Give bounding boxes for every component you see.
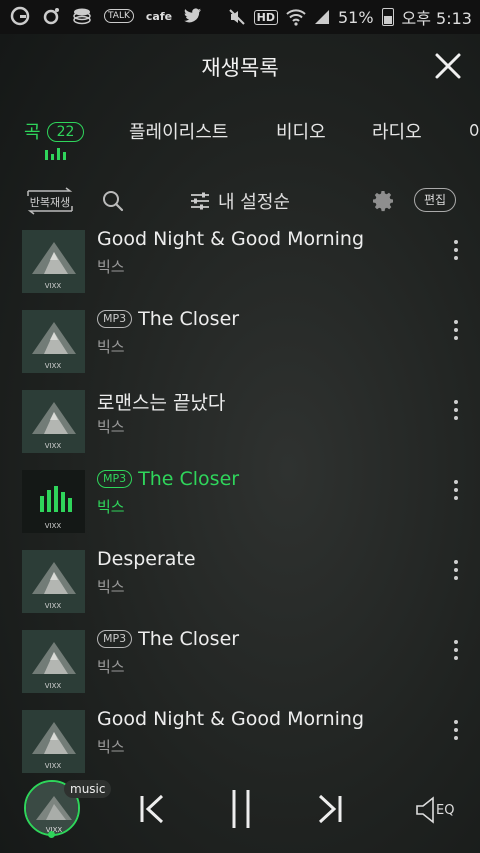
song-title-text: The Closer (138, 468, 240, 490)
tab-bar: 곡 22 플레이리스트 비디오 라디오 아 (0, 100, 480, 166)
album-thumbnail: VIXX (22, 710, 85, 773)
status-bar: TALK cafe HD 51% 오후 5:13 (0, 0, 480, 34)
mp3-badge: MP3 (97, 310, 133, 328)
next-icon[interactable] (316, 794, 344, 824)
cafe-icon: cafe (145, 9, 173, 23)
song-count-badge: 22 (46, 122, 85, 142)
hd-icon: HD (253, 9, 278, 25)
repeat-button[interactable]: 반복재생 (22, 187, 78, 215)
tab-songs[interactable]: 곡 22 (24, 118, 85, 144)
album-label: VIXX (45, 282, 62, 290)
player-bar: VIXX music EQ (0, 770, 480, 853)
album-thumbnail: VIXX (22, 230, 85, 293)
song-title: 로맨스는 끝났다 (97, 388, 225, 415)
more-options-icon[interactable] (450, 560, 462, 586)
artist-name: 빅스 (97, 578, 125, 596)
mp3-badge: MP3 (97, 470, 133, 488)
sort-button[interactable]: 내 설정순 (190, 188, 290, 214)
song-title: MP3 The Closer (97, 308, 239, 330)
song-title-text: Good Night & Good Morning (97, 228, 365, 250)
more-options-icon[interactable] (450, 400, 462, 426)
tab-songs-label: 곡 (24, 122, 41, 143)
song-title-text: The Closer (138, 308, 240, 330)
tab-playlist[interactable]: 플레이리스트 (129, 118, 228, 144)
track-row[interactable]: VIXX 로맨스는 끝났다 빅스 (0, 388, 480, 468)
sliders-icon (191, 192, 209, 210)
clock: 오후 5:13 (401, 9, 472, 28)
g-icon (10, 6, 30, 26)
album-thumbnail: VIXX (22, 390, 85, 453)
tab-radio[interactable]: 라디오 (372, 118, 422, 144)
eq-button[interactable]: EQ (414, 796, 454, 824)
more-options-icon[interactable] (450, 480, 462, 506)
album-label: VIXX (45, 682, 62, 690)
close-icon[interactable] (434, 52, 462, 80)
album-thumbnail: VIXX (22, 550, 85, 613)
mp3-badge: MP3 (97, 630, 133, 648)
tab-video[interactable]: 비디오 (276, 118, 326, 144)
album-label: VIXX (45, 762, 62, 770)
search-icon[interactable] (102, 190, 124, 212)
gear-icon[interactable] (372, 189, 396, 213)
sort-label: 내 설정순 (218, 192, 290, 213)
o-icon (43, 8, 59, 25)
repeat-label: 반복재생 (29, 196, 71, 209)
more-options-icon[interactable] (450, 240, 462, 266)
artist-name: 빅스 (97, 338, 125, 356)
album-label: VIXX (45, 602, 62, 610)
edit-button[interactable]: 편집 (414, 188, 457, 212)
artist-name: 빅스 (97, 498, 125, 516)
progress-dot (48, 831, 55, 838)
song-title-text: Good Night & Good Morning (97, 708, 365, 730)
track-row[interactable]: VIXX Desperate 빅스 (0, 548, 480, 628)
pause-icon[interactable] (228, 788, 254, 830)
track-row[interactable]: VIXX MP3 The Closer 빅스 (0, 468, 480, 548)
artist-name: 빅스 (97, 418, 125, 436)
tab-more[interactable]: 아 (469, 118, 480, 144)
toolbar: 반복재생 내 설정순 편집 (0, 180, 480, 224)
album-label: VIXX (45, 522, 62, 530)
song-title: MP3 The Closer (97, 468, 239, 490)
more-options-icon[interactable] (450, 720, 462, 746)
track-row[interactable]: VIXX MP3 The Closer 빅스 (0, 628, 480, 708)
song-title: Desperate (97, 548, 196, 570)
header: 재생목록 (0, 34, 480, 100)
battery-icon (381, 8, 394, 26)
eq-label: EQ (436, 802, 455, 818)
song-title: MP3 The Closer (97, 628, 239, 650)
song-title-text: Desperate (97, 548, 196, 570)
speaker-icon (416, 796, 434, 824)
battery-percent: 51% (337, 7, 374, 27)
song-title: Good Night & Good Morning (97, 708, 364, 730)
mute-icon (228, 9, 245, 25)
artist-name: 빅스 (97, 258, 125, 276)
more-options-icon[interactable] (450, 640, 462, 666)
song-title-text: 로맨스는 끝났다 (97, 392, 226, 414)
song-title-text: The Closer (138, 628, 240, 650)
artist-name: 빅스 (97, 738, 125, 756)
coin-icon (73, 8, 91, 25)
artist-name: 빅스 (97, 658, 125, 676)
more-options-icon[interactable] (450, 320, 462, 346)
album-thumbnail: VIXX (22, 470, 85, 533)
wifi-icon (286, 9, 306, 26)
album-thumbnail: VIXX (22, 630, 85, 693)
track-row[interactable]: VIXX Good Night & Good Morning 빅스 (0, 228, 480, 308)
music-tag: music (64, 780, 112, 798)
track-row[interactable]: VIXX MP3 The Closer 빅스 (0, 308, 480, 388)
twitter-icon (184, 8, 202, 23)
song-title: Good Night & Good Morning (97, 228, 364, 250)
album-label: VIXX (45, 362, 62, 370)
album-thumbnail: VIXX (22, 310, 85, 373)
album-label: VIXX (45, 442, 62, 450)
page-title: 재생목록 (201, 56, 279, 80)
previous-icon[interactable] (138, 794, 166, 824)
talk-icon: TALK (104, 9, 134, 23)
signal-icon (314, 10, 329, 24)
equalizer-icon (45, 148, 66, 160)
